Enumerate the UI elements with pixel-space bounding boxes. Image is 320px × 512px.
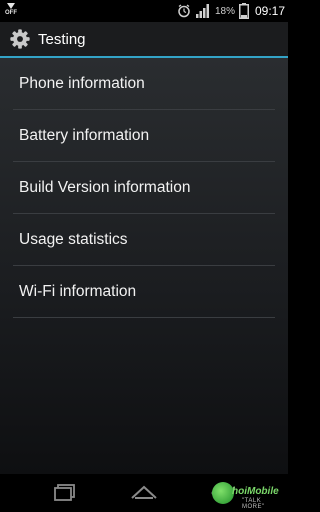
status-icons: 18% 09:17 bbox=[177, 0, 285, 22]
action-bar: Testing bbox=[0, 22, 288, 58]
navigation-bar: hoiMobile "TALK MORE" bbox=[0, 474, 288, 512]
download-icon: OFF bbox=[2, 2, 20, 20]
list-item-label: Battery information bbox=[19, 126, 150, 144]
list-item-label: Usage statistics bbox=[19, 230, 128, 248]
off-label: OFF bbox=[5, 10, 17, 16]
alarm-icon bbox=[178, 4, 190, 18]
home-icon[interactable] bbox=[129, 482, 159, 504]
status-bar: OFF 18% 09:17 bbox=[0, 0, 288, 22]
list-item-phone-information[interactable]: Phone information bbox=[13, 58, 275, 110]
battery-percent: 18% bbox=[214, 5, 235, 17]
signal-icon bbox=[195, 4, 209, 18]
settings-list: Phone information Battery information Bu… bbox=[0, 58, 288, 318]
list-item-battery-information[interactable]: Battery information bbox=[13, 110, 275, 162]
battery-icon bbox=[238, 3, 249, 19]
gear-icon[interactable] bbox=[9, 28, 31, 50]
list-item-label: Build Version information bbox=[19, 178, 191, 196]
recents-icon[interactable] bbox=[50, 482, 80, 504]
list-item-build-version-information[interactable]: Build Version information bbox=[13, 162, 275, 214]
watermark-brand: hoiMobile bbox=[232, 486, 279, 497]
watermark-emblem bbox=[212, 482, 234, 504]
watermark-tagline: "TALK MORE" bbox=[242, 498, 265, 510]
list-item-usage-statistics[interactable]: Usage statistics bbox=[13, 214, 275, 266]
page-title: Testing bbox=[38, 30, 86, 48]
list-item-wifi-information[interactable]: Wi-Fi information bbox=[13, 266, 275, 318]
list-item-label: Phone information bbox=[19, 74, 145, 92]
clock: 09:17 bbox=[254, 4, 285, 18]
list-item-label: Wi-Fi information bbox=[19, 282, 137, 300]
settings-list-container: Phone information Battery information Bu… bbox=[0, 58, 288, 474]
watermark-logo: hoiMobile "TALK MORE" bbox=[210, 480, 284, 510]
